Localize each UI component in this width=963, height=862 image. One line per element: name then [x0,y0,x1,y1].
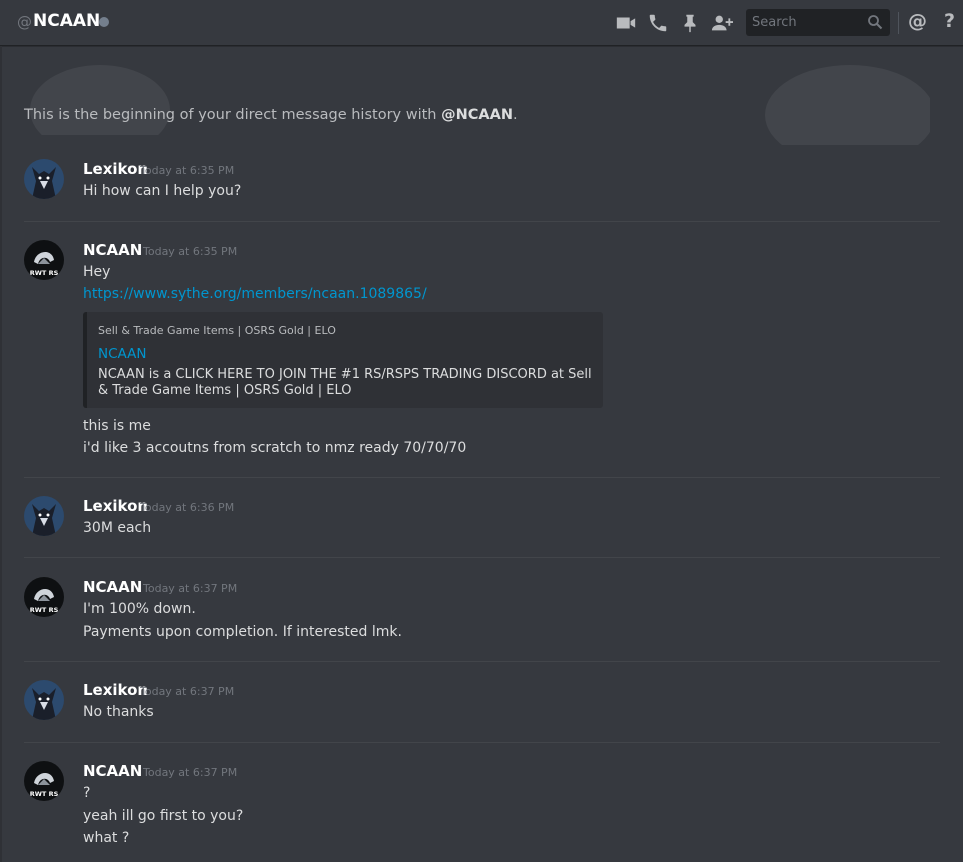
message-text: this is me [83,418,151,434]
message-text: 30M each [83,520,152,536]
message-link[interactable]: https://www.sythe.org/members/ncaan.1089… [83,286,427,302]
avatar-ncaan[interactable]: RWT RS [24,761,64,801]
message-timestamp: Today at 6:37 PM [143,766,238,779]
svg-text:RWT RS: RWT RS [30,606,59,614]
channel-header: @ NCAAN @ ? [0,0,963,46]
message-author[interactable]: NCAAN [83,578,142,596]
message-divider [24,221,940,222]
message-author[interactable]: NCAAN [83,762,142,780]
help-icon[interactable]: ? [944,10,955,32]
search-field[interactable] [746,9,890,36]
message-divider [24,557,940,558]
message-text: yeah ill go first to you? [83,808,244,824]
message-divider [24,661,940,662]
message-divider [24,742,940,743]
embed-title-link[interactable]: NCAAN [98,346,146,362]
message-author[interactable]: Lexikon [83,497,148,515]
message-timestamp: Today at 6:35 PM [140,164,235,177]
message-text: ? [83,785,91,801]
avatar-lexikon[interactable] [24,496,64,536]
message-author[interactable]: NCAAN [83,241,142,259]
pin-icon[interactable] [679,12,701,34]
add-friend-icon[interactable] [711,12,733,34]
message-text: Payments upon completion. If interested … [83,624,402,640]
message-author[interactable]: Lexikon [83,681,148,699]
channel-title[interactable]: NCAAN [33,11,100,31]
chat-left-border [0,46,2,862]
avatar-lexikon[interactable] [24,159,64,199]
avatar-lexikon[interactable] [24,680,64,720]
intro-suffix: . [512,107,518,123]
message-text: I'm 100% down. [83,601,196,617]
svg-text:RWT RS: RWT RS [30,269,59,277]
link-embed: Sell & Trade Game Items | OSRS Gold | EL… [83,312,603,408]
search-icon[interactable] [867,14,883,30]
embed-description: NCAAN is a CLICK HERE TO JOIN THE #1 RS/… [98,367,592,398]
status-offline-indicator [99,17,109,27]
dm-history-intro: This is the beginning of your direct mes… [24,107,518,123]
message-divider [24,477,940,478]
avatar-ncaan[interactable]: RWT RS [24,577,64,617]
discord-watermark-icon [30,65,170,135]
message-text: what ? [83,830,130,846]
discord-watermark-icon [765,65,930,145]
message-text: i'd like 3 accoutns from scratch to nmz … [83,440,467,456]
message-timestamp: Today at 6:36 PM [140,501,235,514]
mention-icon[interactable]: @ [908,10,927,32]
dm-at-icon: @ [17,13,32,31]
avatar-ncaan[interactable]: RWT RS [24,240,64,280]
svg-text:RWT RS: RWT RS [30,790,59,798]
message-text: No thanks [83,704,154,720]
message-author[interactable]: Lexikon [83,160,148,178]
intro-text: This is the beginning of your direct mes… [24,107,442,123]
message-text: Hey [83,264,111,280]
search-input[interactable] [746,9,862,36]
phone-icon[interactable] [647,12,669,34]
message-text: Hi how can I help you? [83,183,242,199]
header-divider [898,12,899,34]
message-timestamp: Today at 6:37 PM [143,582,238,595]
video-icon[interactable] [615,12,637,34]
message-timestamp: Today at 6:35 PM [143,245,238,258]
intro-handle[interactable]: @NCAAN [441,107,513,123]
message-timestamp: Today at 6:37 PM [140,685,235,698]
embed-provider: Sell & Trade Game Items | OSRS Gold | EL… [98,324,336,337]
